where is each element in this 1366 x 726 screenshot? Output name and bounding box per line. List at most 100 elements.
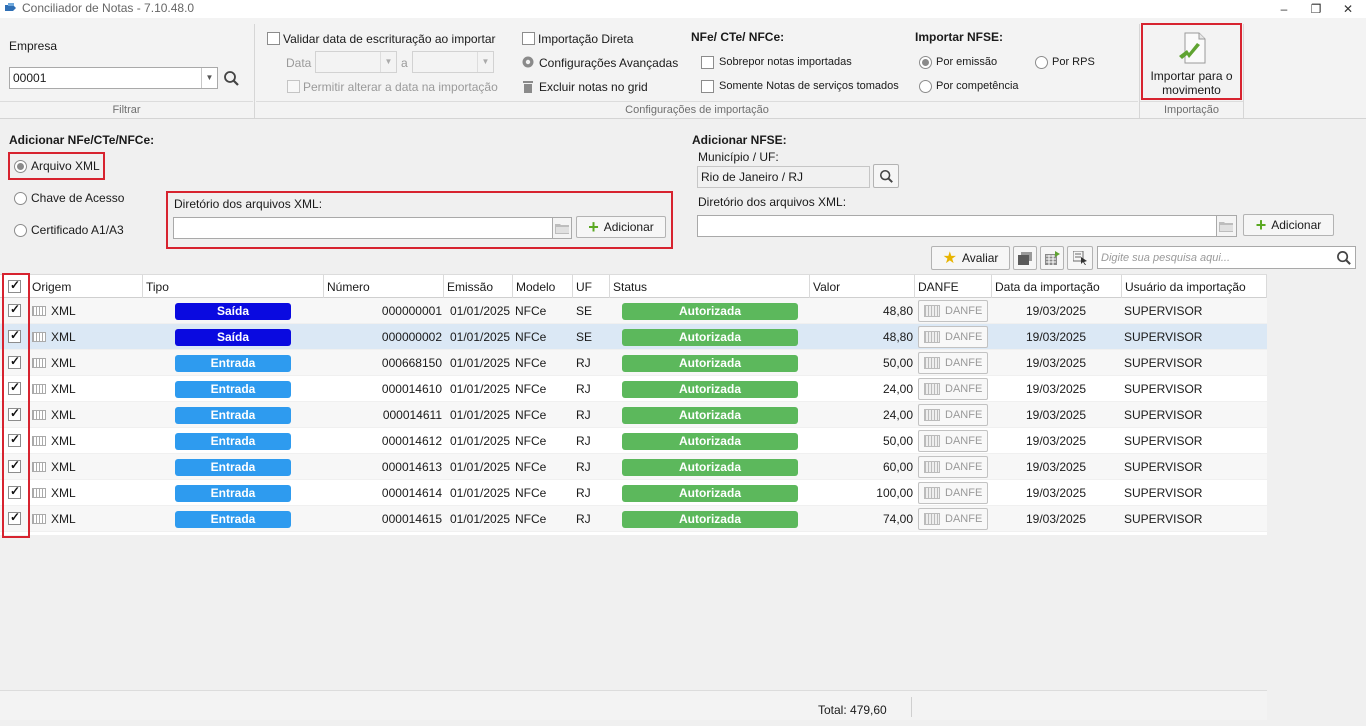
column-uf[interactable]: UF — [572, 275, 609, 298]
cards-view-button[interactable] — [1013, 246, 1037, 270]
column-status[interactable]: Status — [609, 275, 809, 298]
nfe-adicionar-button[interactable]: + Adicionar — [576, 216, 666, 238]
minimize-button[interactable]: – — [1274, 1, 1294, 17]
permitir-checkbox[interactable] — [287, 80, 300, 93]
danfe-button[interactable]: DANFE — [918, 482, 988, 504]
chevron-down-icon[interactable]: ▼ — [477, 52, 493, 72]
data-start-input[interactable]: ▼ — [315, 51, 397, 73]
danfe-button[interactable]: DANFE — [918, 456, 988, 478]
importar-movimento-button[interactable]: Importar para o movimento — [1141, 23, 1242, 100]
column-data-importacao[interactable]: Data da importação — [991, 275, 1121, 298]
cell-origem: XML — [51, 304, 76, 318]
table-row[interactable]: XML Entrada 000014611 01/01/2025 NFCe RJ Autor… — [0, 402, 1267, 428]
row-checkbox[interactable] — [8, 406, 21, 421]
danfe-label: DANFE — [945, 305, 983, 317]
cell-modelo: NFCe — [515, 356, 547, 370]
table-row[interactable]: XML Entrada 000014613 01/01/2025 NFCe RJ Autor… — [0, 454, 1267, 480]
danfe-button[interactable]: DANFE — [918, 508, 988, 530]
config-avancadas-button[interactable]: Configurações Avançadas — [539, 56, 678, 70]
table-row[interactable]: XML Entrada 000668150 01/01/2025 NFCe RJ Autor… — [0, 350, 1267, 376]
danfe-button[interactable]: DANFE — [918, 352, 988, 374]
danfe-button[interactable]: DANFE — [918, 378, 988, 400]
folder-icon — [555, 224, 569, 234]
nfse-dir-input[interactable] — [697, 215, 1217, 237]
barcode-icon — [924, 331, 940, 343]
select-rows-button[interactable] — [1067, 246, 1093, 270]
danfe-button[interactable]: DANFE — [918, 430, 988, 452]
row-checkbox[interactable] — [8, 510, 21, 525]
empresa-label: Empresa — [9, 39, 58, 53]
chave-acesso-radio[interactable] — [14, 192, 27, 205]
column-origem[interactable]: Origem — [28, 275, 142, 298]
avaliar-button[interactable]: ★ Avaliar — [931, 246, 1010, 270]
certificado-label: Certificado A1/A3 — [31, 223, 124, 237]
column-danfe[interactable]: DANFE — [914, 275, 991, 298]
column-emissao[interactable]: Emissão — [443, 275, 512, 298]
cell-uf: RJ — [576, 356, 591, 370]
column-valor[interactable]: Valor — [809, 275, 914, 298]
row-checkbox[interactable] — [8, 432, 21, 447]
row-checkbox[interactable] — [8, 302, 21, 317]
nfse-browse-button[interactable] — [1216, 215, 1237, 237]
restore-button[interactable]: ❐ — [1306, 1, 1326, 17]
nfe-dir-input[interactable] — [173, 217, 553, 239]
column-usuario[interactable]: Usuário da importação — [1121, 275, 1267, 298]
table-row[interactable]: XML Entrada 000014610 01/01/2025 NFCe RJ Autor… — [0, 376, 1267, 402]
column-tipo[interactable]: Tipo — [142, 275, 323, 298]
row-checkbox[interactable] — [8, 380, 21, 395]
table-row[interactable]: XML Saída 000000002 01/01/2025 NFCe SE Autoriz… — [0, 324, 1267, 350]
cell-emissao: 01/01/2025 — [450, 330, 511, 344]
cell-origem: XML — [51, 434, 76, 448]
danfe-button[interactable]: DANFE — [918, 300, 988, 322]
close-button[interactable]: ✕ — [1338, 1, 1358, 17]
column-modelo[interactable]: Modelo — [512, 275, 572, 298]
status-badge: Autorizada — [622, 485, 798, 502]
add-nfse-title: Adicionar NFSE: — [692, 133, 787, 147]
search-input[interactable]: Digite sua pesquisa aqui... — [1097, 246, 1356, 269]
validar-data-checkbox[interactable] — [267, 32, 280, 45]
nfe-browse-button[interactable] — [552, 217, 572, 239]
somente-servicos-checkbox[interactable] — [701, 80, 714, 93]
chevron-down-icon[interactable]: ▼ — [201, 68, 217, 88]
table-row[interactable]: XML Saída 000000001 01/01/2025 NFCe SE Autoriz… — [0, 298, 1267, 324]
filtrar-caption: Filtrar — [0, 101, 253, 118]
empresa-select[interactable]: 00001 ▼ — [9, 67, 218, 89]
data-end-input[interactable]: ▼ — [412, 51, 494, 73]
certificado-radio[interactable] — [14, 224, 27, 237]
gear-icon — [522, 56, 534, 68]
cell-emissao: 01/01/2025 — [450, 486, 511, 500]
data-label: Data — [286, 56, 312, 70]
table-row[interactable]: XML Entrada 000014614 01/01/2025 NFCe RJ Autor… — [0, 480, 1267, 506]
arquivo-xml-radio[interactable] — [14, 160, 27, 173]
danfe-button[interactable]: DANFE — [918, 404, 988, 426]
por-competencia-radio[interactable] — [919, 80, 932, 93]
chevron-down-icon[interactable]: ▼ — [380, 52, 396, 72]
municipio-input[interactable]: Rio de Janeiro / RJ — [697, 166, 870, 188]
row-checkbox[interactable] — [8, 328, 21, 343]
importacao-direta-checkbox[interactable] — [522, 32, 535, 45]
por-rps-radio[interactable] — [1035, 56, 1048, 69]
row-checkbox[interactable] — [8, 484, 21, 499]
arquivo-xml-option[interactable]: Arquivo XML — [8, 152, 105, 180]
column-numero[interactable]: Número — [323, 275, 443, 298]
importacao-caption: Importação — [1140, 101, 1243, 118]
nfse-adicionar-button[interactable]: + Adicionar — [1243, 214, 1334, 236]
export-button[interactable] — [1040, 246, 1064, 270]
cell-numero: 000000002 — [381, 330, 442, 344]
search-icon[interactable] — [1336, 250, 1352, 266]
row-checkbox[interactable] — [8, 354, 21, 369]
sobrepor-checkbox[interactable] — [701, 56, 714, 69]
nfse-adicionar-label: Adicionar — [1271, 218, 1322, 232]
municipio-search-button[interactable] — [873, 164, 899, 188]
table-row[interactable]: XML Entrada 000014612 01/01/2025 NFCe RJ Autor… — [0, 428, 1267, 454]
row-checkbox[interactable] — [8, 458, 21, 473]
table-row[interactable]: XML Entrada 000014615 01/01/2025 NFCe RJ Autor… — [0, 506, 1267, 532]
select-all-checkbox[interactable] — [8, 278, 21, 293]
danfe-button[interactable]: DANFE — [918, 326, 988, 348]
excluir-notas-button[interactable]: Excluir notas no grid — [539, 80, 648, 94]
search-icon[interactable] — [223, 70, 240, 87]
cell-valor: 50,00 — [882, 356, 913, 370]
por-emissao-radio[interactable] — [919, 56, 932, 69]
cell-origem: XML — [51, 330, 76, 344]
cell-numero: 000668150 — [381, 356, 442, 370]
